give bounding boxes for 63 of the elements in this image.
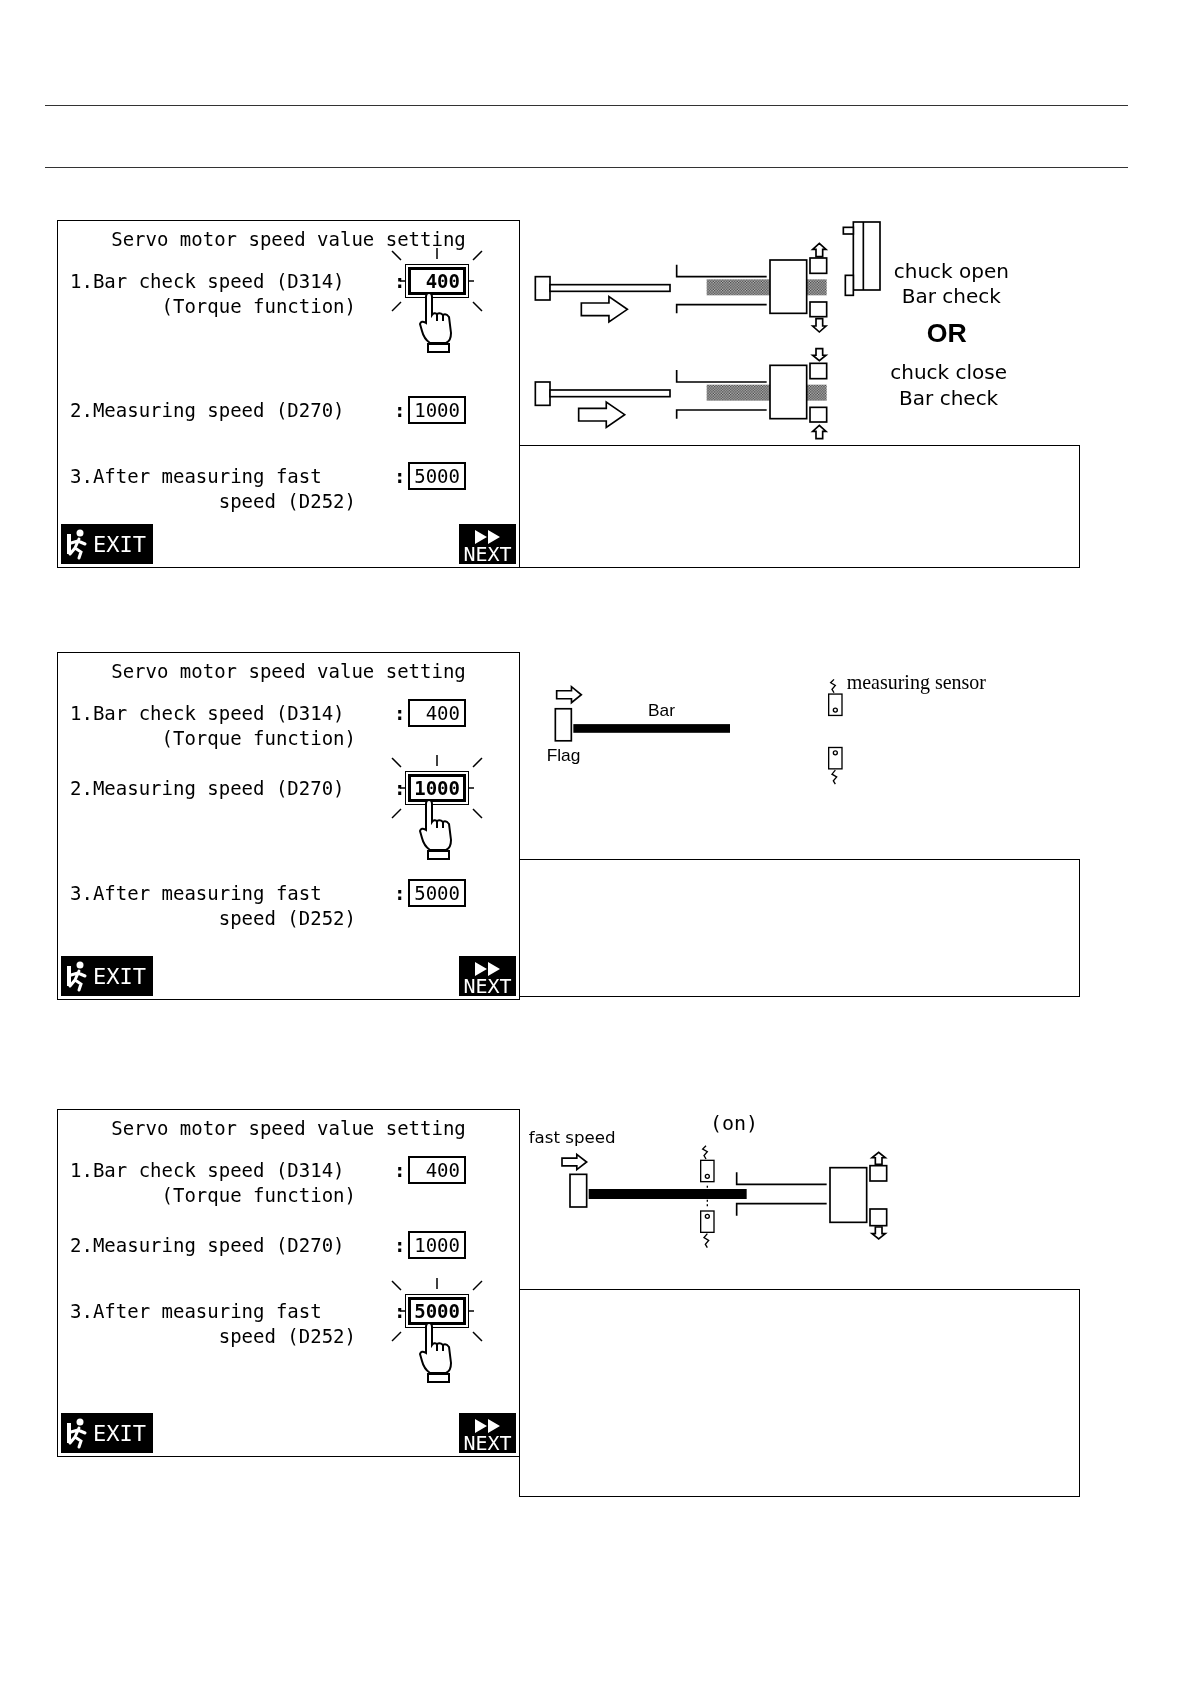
setting-label: speed (D252): [218, 1324, 356, 1349]
diagram-label: Bar check: [899, 385, 999, 410]
value-field[interactable]: 1000: [408, 1231, 466, 1259]
beam-line: [706, 1185, 708, 1208]
arrow-icon: [561, 1152, 589, 1172]
screen-title: Servo motor speed value setting: [110, 227, 467, 252]
flag-icon: [554, 707, 573, 742]
setting-label: speed (D252): [218, 906, 356, 931]
sensor-icon: [828, 746, 843, 785]
separator-colon: :: [394, 1158, 407, 1183]
screen-title: Servo motor speed value setting: [110, 659, 467, 684]
next-button[interactable]: NEXT: [459, 524, 516, 564]
separator-colon: :: [394, 398, 407, 423]
separator-colon: :: [394, 1233, 407, 1258]
sensor-icon: [828, 678, 843, 717]
diagram-label: fast speed: [528, 1128, 616, 1147]
screen-title: Servo motor speed value setting: [110, 1116, 467, 1141]
separator-colon: :: [394, 776, 407, 801]
setting-label: 3.After measuring fast: [70, 1299, 323, 1324]
diagram-label: Bar check: [901, 284, 1001, 309]
setting-label: 2.Measuring speed (D270): [70, 1233, 346, 1258]
next-button[interactable]: NEXT: [459, 1413, 516, 1453]
value-field[interactable]: 5000: [408, 462, 466, 490]
diagram-label: (on): [710, 1110, 759, 1135]
value-field[interactable]: 1000: [408, 396, 466, 424]
flag-icon: [569, 1173, 588, 1208]
setting-label: 2.Measuring speed (D270): [70, 398, 346, 423]
setting-label: (Torque function): [161, 294, 356, 319]
diagram-label: Flag: [546, 744, 581, 765]
separator-colon: :: [394, 1299, 407, 1324]
value-field[interactable]: 400: [408, 1156, 466, 1184]
arrow-icon: [580, 295, 629, 324]
setting-label: 1.Bar check speed (D314): [70, 1158, 346, 1183]
exit-button[interactable]: EXIT: [61, 524, 153, 564]
diagram-label: measuring sensor: [846, 671, 986, 694]
arrow-icon: [577, 400, 627, 429]
setting-label: (Torque function): [161, 726, 356, 751]
diagram-label: OR: [926, 318, 967, 348]
next-button[interactable]: NEXT: [459, 956, 516, 996]
exit-button[interactable]: EXIT: [61, 956, 153, 996]
setting-label: 3.After measuring fast: [70, 464, 323, 489]
arrow-icon: [555, 684, 583, 705]
value-field[interactable]: 400: [408, 267, 466, 295]
setting-label: 1.Bar check speed (D314): [70, 701, 346, 726]
setting-label: (Torque function): [161, 1183, 356, 1208]
value-field[interactable]: 5000: [408, 1297, 466, 1325]
setting-label: 1.Bar check speed (D314): [70, 269, 346, 294]
separator-colon: :: [394, 881, 407, 906]
exit-button[interactable]: EXIT: [61, 1413, 153, 1453]
sensor-icon: [700, 1145, 715, 1183]
setting-label: 3.After measuring fast: [70, 881, 323, 906]
separator-colon: :: [394, 464, 407, 489]
separator-colon: :: [394, 701, 407, 726]
value-field[interactable]: 5000: [408, 879, 466, 907]
diagram-label: chuck close: [890, 359, 1008, 384]
separator-colon: :: [394, 269, 407, 294]
diagram-label: chuck open: [893, 259, 1009, 283]
setting-label: speed (D252): [218, 489, 356, 514]
value-field[interactable]: 400: [408, 699, 466, 727]
setting-label: 2.Measuring speed (D270): [70, 776, 346, 801]
value-field[interactable]: 1000: [408, 774, 466, 802]
diagram-label: Bar: [648, 700, 675, 721]
sensor-icon: [700, 1210, 715, 1249]
